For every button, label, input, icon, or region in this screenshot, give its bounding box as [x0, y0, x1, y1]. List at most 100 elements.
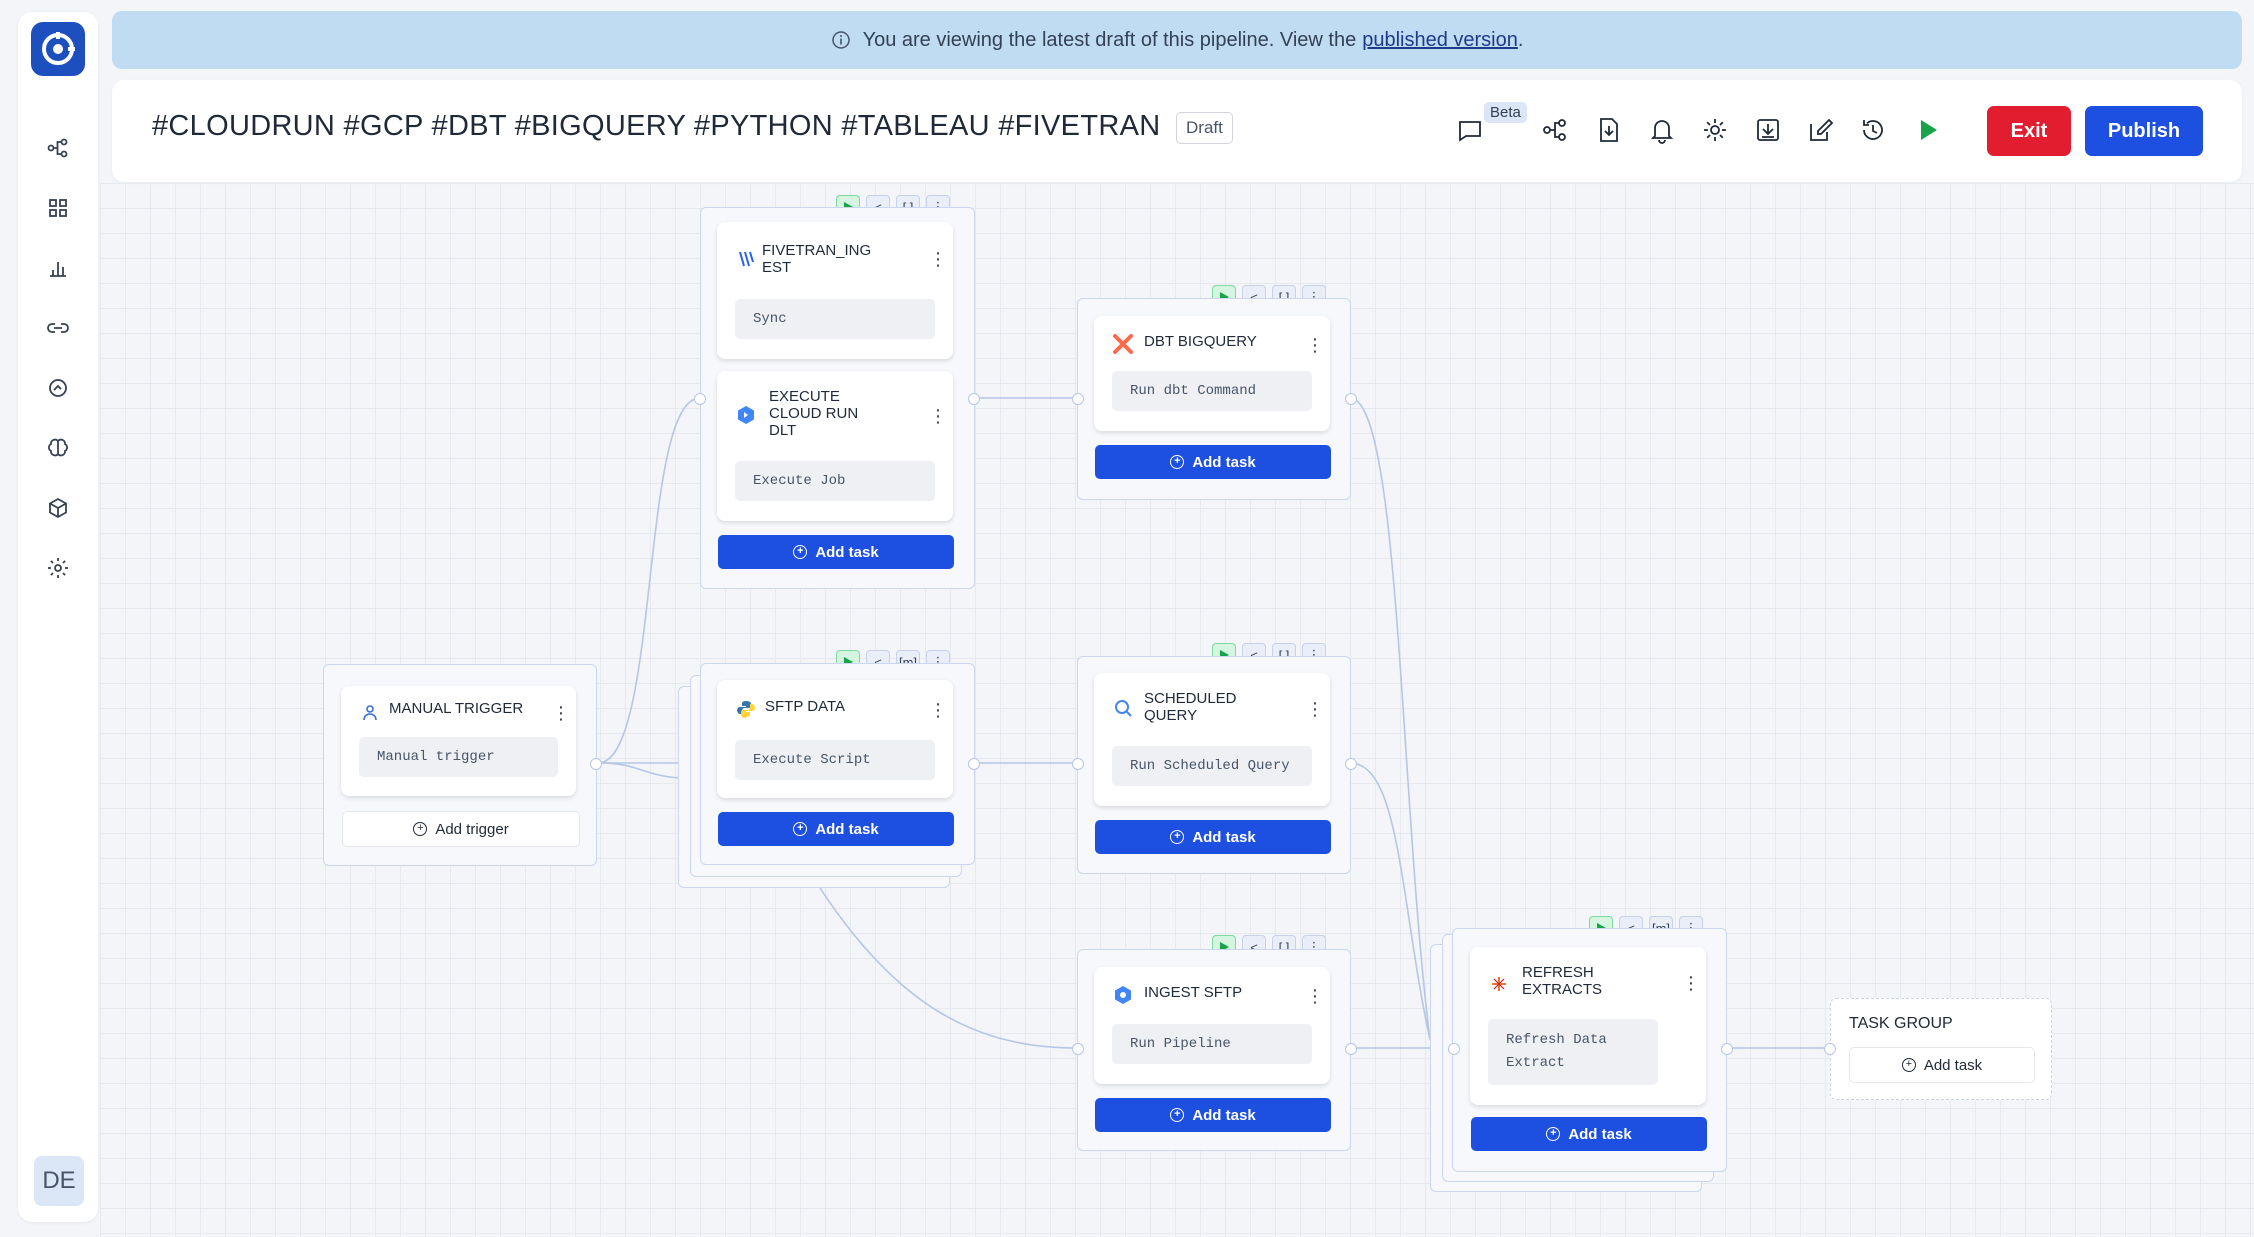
more-options-icon[interactable]: ⋮	[1306, 336, 1324, 356]
draft-banner: You are viewing the latest draft of this…	[112, 11, 2242, 69]
more-options-icon[interactable]: ⋮	[929, 250, 947, 270]
more-options-icon[interactable]: ⋮	[1682, 974, 1700, 994]
history-icon[interactable]	[1857, 114, 1889, 146]
more-options-icon[interactable]: ⋮	[1306, 700, 1324, 720]
add-task-button[interactable]: + Add task	[718, 812, 954, 846]
output-port[interactable]	[1721, 1043, 1733, 1055]
output-port[interactable]	[1345, 393, 1357, 405]
add-trigger-button[interactable]: + Add trigger	[342, 811, 580, 847]
settings-icon[interactable]	[1699, 114, 1731, 146]
published-version-link[interactable]: published version	[1362, 29, 1518, 52]
input-port[interactable]	[1072, 1043, 1084, 1055]
manual-trigger-card[interactable]: MANUAL TRIGGER ⋮ Manual trigger	[341, 686, 576, 796]
node-title: DBT BIGQUERY	[1144, 333, 1257, 350]
settings-gear-icon[interactable]	[42, 552, 74, 584]
plus-circle-icon: +	[1901, 1058, 1916, 1072]
banner-text: You are viewing the latest draft of this…	[862, 28, 1357, 51]
connections-link-icon[interactable]	[42, 312, 74, 344]
plus-circle-icon: +	[1546, 1127, 1561, 1141]
brain-icon[interactable]	[42, 432, 74, 464]
exit-button[interactable]: Exit	[1987, 106, 2071, 156]
fivetran-card[interactable]: FIVETRAN_ING EST ⋮ Sync	[717, 222, 953, 359]
add-task-label: Add task	[1923, 1056, 1983, 1074]
trigger-field: Manual trigger	[359, 737, 558, 777]
refresh-field: Refresh Data Extract	[1488, 1019, 1658, 1085]
cloudrun-icon	[735, 404, 757, 426]
sftp-data-field: Execute Script	[735, 740, 935, 780]
run-pipeline-icon[interactable]	[1912, 114, 1944, 146]
add-task-label: Add task	[815, 820, 879, 838]
info-icon	[831, 31, 850, 49]
refresh-extracts-card[interactable]: REFRESH EXTRACTS ⋮ Refresh Data Extract	[1470, 947, 1706, 1105]
pipelines-icon[interactable]	[42, 132, 74, 164]
comments-icon[interactable]	[1454, 114, 1486, 146]
add-task-button[interactable]: + Add task	[1095, 445, 1331, 479]
input-port[interactable]	[1448, 1043, 1460, 1055]
status-badge: Draft	[1176, 112, 1233, 144]
tableau-icon	[1488, 973, 1510, 995]
more-options-icon[interactable]: ⋮	[552, 704, 570, 724]
add-task-button[interactable]: + Add task	[1095, 820, 1331, 854]
plus-circle-icon: +	[1170, 1108, 1185, 1122]
python-icon	[735, 698, 757, 720]
plus-circle-icon: +	[793, 545, 808, 559]
lineage-icon[interactable]	[1539, 114, 1571, 146]
task-group-placeholder[interactable]: TASK GROUP + Add task	[1830, 998, 2052, 1100]
scheduled-query-card[interactable]: SCHEDULED QUERY ⋮ Run Scheduled Query	[1094, 673, 1330, 806]
plus-circle-icon: +	[413, 822, 428, 836]
add-task-label: Add task	[1192, 453, 1256, 471]
banner-suffix: .	[1517, 28, 1524, 51]
add-task-button[interactable]: + Add task	[1471, 1117, 1707, 1151]
input-port[interactable]	[1072, 758, 1084, 770]
task-group-input-port[interactable]	[1824, 1043, 1836, 1055]
add-task-label: Add task	[1568, 1125, 1632, 1143]
input-port[interactable]	[694, 393, 706, 405]
add-task-label: Add task	[1192, 828, 1256, 846]
publish-button[interactable]: Publish	[2085, 106, 2203, 156]
download-icon[interactable]	[1752, 114, 1784, 146]
palette-icon[interactable]	[42, 372, 74, 404]
package-cube-icon[interactable]	[42, 492, 74, 524]
dbt-bigquery-card[interactable]: DBT BIGQUERY ⋮ Run dbt Command	[1094, 316, 1330, 431]
add-trigger-label: Add trigger	[435, 820, 509, 838]
node-title: EXECUTE CLOUD RUN DLT	[769, 388, 859, 439]
edit-icon[interactable]	[1805, 114, 1837, 146]
output-port[interactable]	[968, 393, 980, 405]
output-port[interactable]	[968, 758, 980, 770]
ingest-field: Run Pipeline	[1112, 1024, 1312, 1064]
node-title: SFTP DATA	[765, 698, 846, 715]
fivetran-field: Sync	[735, 299, 935, 339]
plus-circle-icon: +	[1170, 830, 1185, 844]
add-task-button[interactable]: + Add task	[1849, 1047, 2035, 1083]
cloud-hex-icon	[1112, 984, 1134, 1006]
dashboard-grid-icon[interactable]	[42, 192, 74, 224]
more-options-icon[interactable]: ⋮	[929, 407, 947, 427]
output-port[interactable]	[1345, 1043, 1357, 1055]
bigquery-icon	[1112, 697, 1134, 719]
add-task-button[interactable]: + Add task	[1095, 1098, 1331, 1132]
more-options-icon[interactable]: ⋮	[929, 701, 947, 721]
more-options-icon[interactable]: ⋮	[1306, 987, 1324, 1007]
user-avatar[interactable]: DE	[34, 1156, 84, 1206]
analytics-chart-icon[interactable]	[42, 252, 74, 284]
ingest-sftp-card[interactable]: INGEST SFTP ⋮ Run Pipeline	[1094, 967, 1330, 1084]
notifications-bell-icon[interactable]	[1646, 114, 1678, 146]
beta-badge: Beta	[1484, 102, 1527, 123]
node-title: INGEST SFTP	[1144, 984, 1243, 1001]
pipeline-header: #CLOUDRUN #GCP #DBT #BIGQUERY #PYTHON #T…	[112, 80, 2242, 182]
cloudrun-card[interactable]: EXECUTE CLOUD RUN DLT ⋮ Execute Job	[717, 371, 953, 521]
node-title: MANUAL TRIGGER	[389, 700, 524, 717]
input-port[interactable]	[1072, 393, 1084, 405]
sftp-data-card[interactable]: SFTP DATA ⋮ Execute Script	[717, 680, 953, 798]
add-task-button[interactable]: + Add task	[718, 535, 954, 569]
cloudrun-field: Execute Job	[735, 461, 935, 501]
trigger-output-port[interactable]	[590, 758, 602, 770]
plus-circle-icon: +	[793, 822, 808, 836]
node-title: SCHEDULED QUERY	[1144, 690, 1237, 724]
dbt-field: Run dbt Command	[1112, 371, 1312, 411]
app-logo[interactable]	[31, 22, 85, 76]
output-port[interactable]	[1345, 758, 1357, 770]
scheduled-field: Run Scheduled Query	[1112, 746, 1312, 786]
import-file-icon[interactable]	[1593, 114, 1625, 146]
dbt-icon	[1112, 333, 1134, 355]
